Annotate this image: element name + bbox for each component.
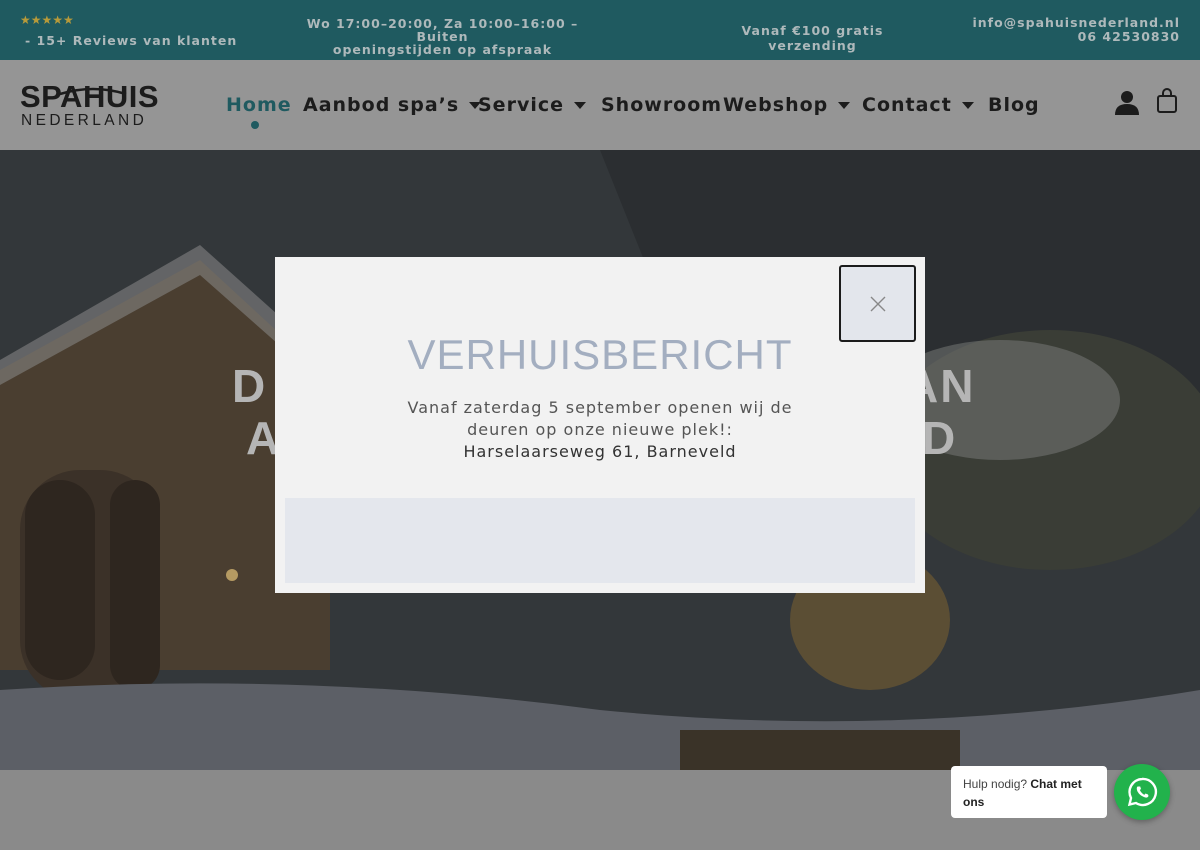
whatsapp-button[interactable]: [1114, 764, 1170, 820]
nav-item-showroom[interactable]: Showroom: [601, 94, 722, 116]
active-nav-indicator: [251, 121, 259, 129]
site-logo[interactable]: SPAHUIS NEDERLAND: [20, 81, 160, 130]
nav-label: Blog: [988, 94, 1040, 116]
close-icon: [870, 296, 885, 311]
whatsapp-icon: [1127, 777, 1158, 807]
modal-title: VERHUISBERICHT: [407, 331, 793, 378]
chevron-down-icon: [961, 101, 974, 109]
nav-item-blog[interactable]: Blog: [988, 94, 1040, 116]
contact-info: info@spahuisnederland.nl 06 42530830: [972, 16, 1180, 44]
site-header: SPAHUIS NEDERLAND Home Aanbod spa’s Serv…: [0, 60, 1200, 150]
hero-title-line1-left: D: [232, 360, 268, 412]
logo-text-bottom: NEDERLAND: [21, 112, 148, 129]
modal-form-area[interactable]: [285, 498, 915, 583]
email-link[interactable]: info@spahuisnederland.nl: [972, 16, 1180, 30]
nav-label: Home: [226, 94, 292, 116]
nav-item-contact[interactable]: Contact: [862, 94, 974, 116]
modal-body-line2: deuren op onze nieuwe plek!:: [467, 420, 733, 439]
nav-label: Aanbod spa’s: [303, 94, 460, 116]
modal-address: Harselaarseweg 61, Barneveld: [463, 442, 737, 461]
logo-swoosh-icon: [59, 87, 127, 96]
chat-text-prefix: Hulp nodig?: [963, 777, 1031, 791]
nav-label: Contact: [862, 94, 952, 116]
reviews-link[interactable]: - 15+ Reviews van klanten: [25, 33, 237, 48]
nav-item-aanbod-spas[interactable]: Aanbod spa’s: [303, 94, 482, 116]
chat-help-bubble[interactable]: Hulp nodig? Chat met ons: [951, 766, 1107, 818]
top-info-bar: ★★★★★ - 15+ Reviews van klanten Wo 17:00…: [0, 0, 1200, 60]
announcement-modal: VERHUISBERICHT Vanaf zaterdag 5 septembe…: [275, 257, 925, 593]
nav-item-webshop[interactable]: Webshop: [723, 94, 851, 116]
nav-label: Showroom: [601, 94, 723, 116]
chevron-down-icon: [838, 101, 851, 109]
nav-label: Service: [478, 94, 564, 116]
user-icon[interactable]: [1114, 89, 1140, 115]
hero-title-line2-right: D: [922, 412, 958, 464]
shipping-notice: Vanaf €100 gratis verzending: [741, 23, 884, 53]
nav-item-service[interactable]: Service: [478, 94, 586, 116]
rating-stars: ★★★★★: [20, 13, 74, 27]
cart-icon[interactable]: [1156, 88, 1178, 114]
modal-body-line1: Vanaf zaterdag 5 september openen wij de: [407, 398, 793, 417]
chevron-down-icon: [574, 101, 586, 109]
opening-hours-line2: openingstijden op afspraak: [332, 42, 553, 57]
phone-link[interactable]: 06 42530830: [972, 30, 1180, 44]
modal-body: Vanaf zaterdag 5 september openen wij de…: [375, 397, 825, 463]
nav-label: Webshop: [723, 94, 829, 116]
opening-hours: Wo 17:00–20:00, Za 10:00–16:00 – Buiten …: [280, 17, 605, 56]
nav-item-home[interactable]: Home: [226, 94, 292, 116]
opening-hours-line1: Wo 17:00–20:00, Za 10:00–16:00 – Buiten: [306, 16, 579, 44]
